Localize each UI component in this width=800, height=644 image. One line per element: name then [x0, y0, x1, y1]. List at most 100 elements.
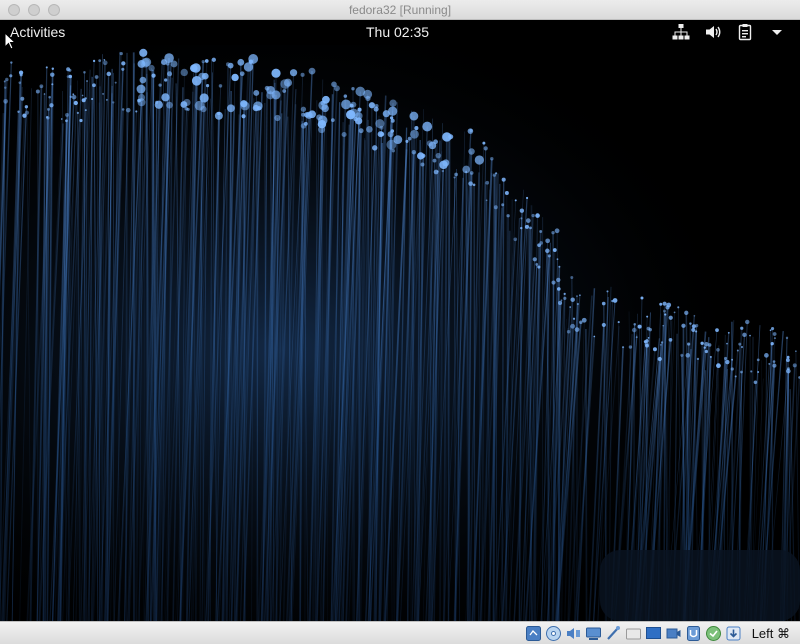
- wallpaper-fiber-tip: [570, 297, 575, 302]
- wallpaper-fiber-tip: [545, 238, 551, 244]
- wallpaper-fiber-tip: [454, 172, 458, 177]
- zoom-window-button[interactable]: [48, 4, 60, 16]
- wallpaper-fiber-tip: [749, 334, 751, 337]
- wallpaper-fiber-tip: [300, 106, 307, 112]
- wallpaper-fiber-tip: [201, 59, 205, 64]
- wallpaper-fiber-tip: [391, 149, 395, 153]
- wallpaper-fiber-tip: [704, 341, 709, 347]
- wallpaper-fiber-tip: [167, 71, 173, 77]
- wallpaper-fiber-tip: [86, 80, 89, 83]
- guest-screen[interactable]: Activities Thu 02:35: [0, 20, 800, 621]
- wallpaper-fiber-tip: [136, 84, 146, 94]
- system-tray[interactable]: [672, 23, 786, 41]
- clock[interactable]: Thu 02:35: [366, 24, 429, 40]
- wallpaper-fiber-tip: [411, 149, 417, 155]
- wallpaper-fiber-tip: [645, 339, 649, 343]
- wallpaper-fiber-tip: [631, 327, 637, 333]
- wallpaper-fiber-tip: [422, 121, 433, 132]
- dropdown-arrow-icon[interactable]: [768, 23, 786, 41]
- wallpaper-fiber-tip: [83, 70, 86, 74]
- wallpaper-fiber-tip: [170, 60, 178, 68]
- clipboard-battery-icon[interactable]: [736, 23, 754, 41]
- wallpaper-fiber-tip: [142, 57, 152, 67]
- wallpaper-fiber-tip: [139, 76, 147, 84]
- wallpaper-fiber-tip: [389, 116, 394, 120]
- wallpaper-fiber-tip: [125, 107, 131, 113]
- display-icon[interactable]: [645, 625, 662, 642]
- wallpaper-fiber-tip: [102, 92, 105, 95]
- network-icon[interactable]: [672, 23, 690, 41]
- wallpaper-fiber-tip: [493, 205, 498, 210]
- wallpaper-fiber-tip: [687, 342, 691, 346]
- network-icon[interactable]: [585, 625, 602, 642]
- wallpaper-fiber-tip: [180, 68, 188, 77]
- device-indicators: [525, 625, 742, 642]
- wallpaper-fiber-tip: [379, 125, 384, 130]
- hard-disk-icon[interactable]: [525, 625, 542, 642]
- wallpaper-fiber-tip: [535, 213, 540, 218]
- wallpaper-fiber-tip: [389, 99, 397, 107]
- wallpaper-fiber-tip: [673, 311, 676, 314]
- wallpaper-fiber-tip: [576, 295, 578, 298]
- wallpaper-fiber-tip: [183, 98, 191, 107]
- wallpaper-fiber-tip: [321, 104, 329, 113]
- wallpaper-fiber-tip: [612, 298, 618, 303]
- activities-button[interactable]: Activities: [10, 24, 65, 40]
- wallpaper-fiber-tip: [343, 94, 348, 98]
- wallpaper-fiber-tip: [501, 203, 505, 207]
- wallpaper-fiber-tip: [271, 68, 281, 78]
- mouse-integration-icon[interactable]: [705, 625, 722, 642]
- host-key-icon[interactable]: [725, 625, 742, 642]
- wallpaper-fiber-tip: [441, 169, 445, 173]
- wallpaper-fiber-tip: [622, 346, 625, 349]
- wallpaper-fiber-tip: [18, 81, 22, 84]
- wallpaper-fiber-tip: [556, 277, 561, 283]
- wallpaper-fiber-tip: [468, 148, 475, 155]
- wallpaper-fiber-tip: [574, 327, 580, 333]
- wallpaper-fiber-tip: [645, 343, 649, 348]
- close-window-button[interactable]: [8, 4, 20, 16]
- wallpaper-fiber-tip: [184, 106, 189, 111]
- wallpaper-fiber-tip: [640, 296, 644, 300]
- shared-folders-icon[interactable]: [625, 625, 642, 642]
- volume-icon[interactable]: [704, 23, 722, 41]
- wallpaper-fiber-tip: [45, 115, 49, 119]
- wallpaper-fiber-tip: [243, 62, 254, 72]
- usb-icon[interactable]: [605, 625, 622, 642]
- wallpaper-fiber-tip: [289, 69, 298, 77]
- wallpaper-fiber-tip: [366, 126, 373, 133]
- wallpaper-fiber-tip: [45, 66, 48, 69]
- wallpaper-fiber-tip: [558, 300, 563, 306]
- wallpaper-fiber-tip: [563, 296, 567, 300]
- wallpaper-fiber-tip: [65, 112, 69, 117]
- wallpaper-fiber-tip: [525, 196, 529, 200]
- wallpaper-fiber-tip: [520, 226, 523, 230]
- wallpaper-fiber-tip: [225, 62, 231, 67]
- wallpaper-fiber-tip: [365, 95, 371, 102]
- wallpaper-fiber-tip: [60, 118, 63, 120]
- wallpaper-fiber-tip: [410, 129, 419, 139]
- wallpaper-fiber-tip: [51, 83, 54, 86]
- minimize-window-button[interactable]: [28, 4, 40, 16]
- window-titlebar[interactable]: fedora32 [Running]: [0, 0, 800, 20]
- wallpaper-fiber-tip: [465, 170, 468, 174]
- wallpaper-fiber-tip: [525, 218, 531, 223]
- optical-drive-icon[interactable]: [545, 625, 562, 642]
- wallpaper-fiber-tip: [485, 199, 488, 202]
- wallpaper-fiber-tip: [3, 80, 6, 83]
- gnome-top-bar: Activities Thu 02:35: [0, 20, 800, 45]
- wallpaper-fiber-tip: [51, 67, 55, 70]
- wallpaper-fiber-tip: [570, 323, 576, 329]
- wallpaper-fiber-tip: [519, 208, 525, 213]
- wallpaper-fiber-tip: [148, 64, 155, 72]
- audio-icon[interactable]: [565, 625, 582, 642]
- wallpaper-fiber-tip: [79, 118, 83, 123]
- wallpaper-fiber-tip: [158, 83, 162, 87]
- wallpaper-fiber-tip: [341, 131, 347, 138]
- video-capture-icon[interactable]: [665, 625, 682, 642]
- wallpaper-fiber-tip: [66, 67, 71, 72]
- wallpaper-fiber-tip: [387, 106, 398, 116]
- wallpaper-fiber-tip: [703, 346, 706, 349]
- virtualization-icon[interactable]: [685, 625, 702, 642]
- wallpaper-fiber-tip: [537, 243, 541, 248]
